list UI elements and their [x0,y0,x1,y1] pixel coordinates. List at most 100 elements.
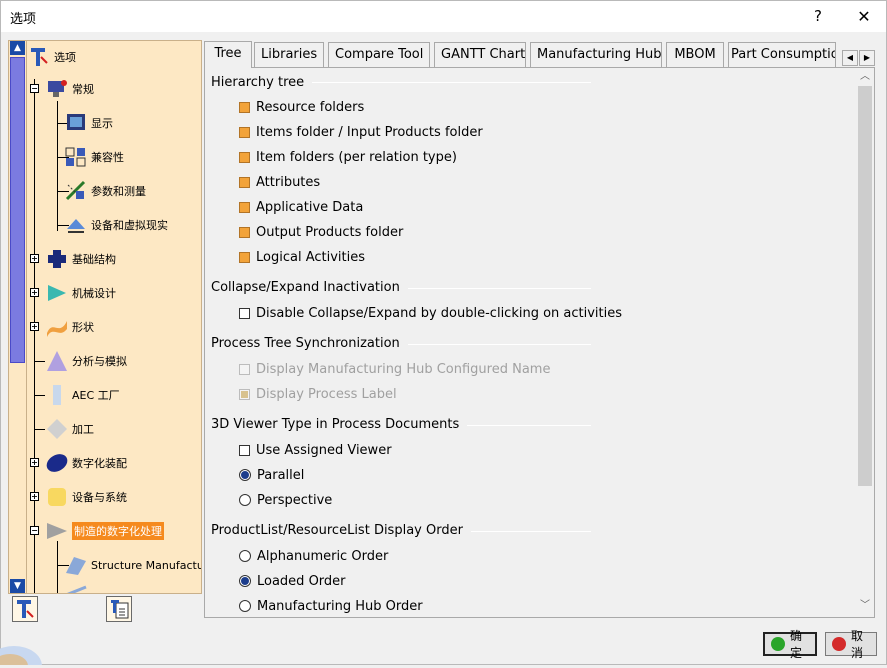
tree-item-digital-manufacturing[interactable]: 制造的数字化处理 [45,519,164,543]
structure-manufacturing-icon [64,553,88,577]
tree-scroll-thumb[interactable] [10,57,25,363]
ok-button[interactable]: 确定 [763,629,817,660]
option-item-folders[interactable]: Item folders (per relation type) [239,148,457,166]
radio-button[interactable] [239,550,251,562]
tab-tree[interactable]: Tree [204,41,252,68]
radio-alphanumeric-order[interactable]: Alphanumeric Order [239,547,388,565]
parameters-measure-icon [64,179,88,203]
digital-manufacturing-icon [45,519,69,543]
tree-item-display[interactable]: 显示 [64,111,113,135]
option-attributes[interactable]: Attributes [239,173,320,191]
tree-expander[interactable]: + [30,458,39,467]
tree-expander[interactable]: − [30,84,39,93]
tree-item-machining[interactable]: 加工 [45,417,94,441]
help-button[interactable]: ? [795,1,841,32]
tab-gantt-chart[interactable]: GANTT Chart [434,42,526,67]
orange-checkbox[interactable] [239,201,250,213]
tree-expander[interactable]: + [30,492,39,501]
option-label: Disable Collapse/Expand by double-clicki… [256,305,623,321]
tree-item-label-selected: 制造的数字化处理 [72,522,164,540]
general-icon [45,77,69,101]
tab-scroll-left-button[interactable]: ◀ [842,50,858,66]
tree-item-parameters[interactable]: 参数和测量 [64,179,146,203]
option-label: Loaded Order [257,573,346,589]
content-scrollbar[interactable]: ︿ ﹀ [856,68,874,617]
tree-scrollbar[interactable]: ▲ ▼ [9,41,27,593]
checkbox[interactable] [239,307,250,319]
orange-checkbox[interactable] [239,251,250,263]
tree-item-devices-vr[interactable]: 设备和虚拟现实 [64,213,168,237]
radio-loaded-order[interactable]: Loaded Order [239,572,346,590]
tree-item-mechanical-design[interactable]: 机械设计 [45,281,116,305]
scroll-thumb[interactable] [858,86,872,486]
checkbox[interactable] [239,444,250,456]
tree-item-compatibility[interactable]: 兼容性 [64,145,124,169]
tree-item-shape[interactable]: 形状 [45,315,94,339]
orange-checkbox[interactable] [239,101,250,113]
radio-button[interactable] [239,469,251,481]
tree-root-options[interactable]: 选项 [27,45,76,69]
close-button[interactable]: ✕ [841,1,887,32]
scroll-down-button[interactable]: ﹀ [856,597,874,614]
tab-manufacturing-hub[interactable]: Manufacturing Hub [530,42,662,67]
group-title-hierarchy: Hierarchy tree [211,75,313,90]
radio-parallel[interactable]: Parallel [239,466,304,484]
tree-item-infrastructure[interactable]: 基础结构 [45,247,116,271]
tree-toolbar-options-icon[interactable] [12,596,38,622]
tree-item-digital-mockup[interactable]: 数字化装配 [45,451,127,475]
option-output-products-folder[interactable]: Output Products folder [239,223,403,241]
tree-expander[interactable]: + [30,254,39,263]
option-logical-activities[interactable]: Logical Activities [239,248,365,266]
option-label: Use Assigned Viewer [256,442,392,458]
orange-checkbox[interactable] [239,226,250,238]
radio-button[interactable] [239,600,251,612]
group-title-viewer: 3D Viewer Type in Process Documents [211,417,468,432]
tree-item-equipment-systems[interactable]: 设备与系统 [45,485,127,509]
tree-expander[interactable]: + [30,322,39,331]
digital-mockup-icon [45,451,69,475]
orange-checkbox[interactable] [239,151,250,163]
ok-label: 确定 [790,629,803,660]
tree-scroll-up-button[interactable]: ▲ [10,41,25,55]
scroll-up-button[interactable]: ︿ [856,68,874,85]
tree-toolbar-export-icon[interactable] [106,596,132,622]
radio-perspective[interactable]: Perspective [239,491,332,509]
radio-manufacturing-hub-order[interactable]: Manufacturing Hub Order [239,597,423,615]
tree-item-label: 基础结构 [72,253,116,266]
tab-compare-tool[interactable]: Compare Tool [328,42,430,67]
window-title: 选项 [10,12,37,27]
orange-checkbox[interactable] [239,176,250,188]
option-disable-collapse-expand[interactable]: Disable Collapse/Expand by double-clicki… [239,304,622,322]
tree-root-label: 选项 [54,51,76,64]
options-root-icon [27,45,51,69]
tab-mbom[interactable]: MBOM [666,42,724,67]
partial-item-icon [64,581,88,593]
tree-item-label: 机械设计 [72,287,116,300]
option-label: Logical Activities [256,249,365,265]
radio-button[interactable] [239,575,251,587]
tab-scroll-right-button[interactable]: ▶ [859,50,875,66]
group-separator [385,288,591,289]
tree-item-label: 显示 [91,117,113,130]
tab-libraries[interactable]: Libraries [254,42,324,67]
tree-item-structure-manufacturing[interactable]: Structure Manufactu [64,553,201,577]
radio-button[interactable] [239,494,251,506]
tree-expander[interactable]: + [30,288,39,297]
option-applicative-data[interactable]: Applicative Data [239,198,363,216]
tab-part-consumption[interactable]: Part Consumption [728,42,836,67]
option-resource-folders[interactable]: Resource folders [239,98,364,116]
option-label: Output Products folder [256,224,404,240]
option-label: Item folders (per relation type) [256,149,457,165]
option-use-assigned-viewer[interactable]: Use Assigned Viewer [239,441,392,459]
shape-icon [45,315,69,339]
tree-expander[interactable]: − [30,526,39,535]
orange-checkbox[interactable] [239,126,250,138]
tree-item-general[interactable]: 常规 [45,77,94,101]
cancel-button[interactable]: 取消 [825,629,877,660]
tree-item-analysis[interactable]: 分析与模拟 [45,349,127,373]
tree-scroll-down-button[interactable]: ▼ [10,579,25,593]
checkbox [239,388,250,400]
option-items-folder[interactable]: Items folder / Input Products folder [239,123,483,141]
globe-logo-icon [0,636,48,668]
tree-item-aec-plant[interactable]: AEC 工厂 [45,383,120,407]
